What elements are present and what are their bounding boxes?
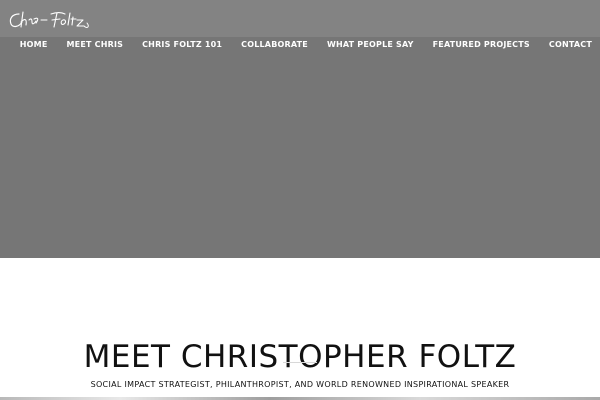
- nav-home-link[interactable]: HOME: [20, 40, 48, 49]
- site-header: [0, 0, 600, 37]
- page-subtitle: SOCIAL IMPACT STRATEGIST, PHILANTHROPIST…: [90, 380, 510, 389]
- site-logo[interactable]: [7, 9, 93, 31]
- nav-chris-foltz-101-link[interactable]: CHRIS FOLTZ 101: [142, 40, 222, 49]
- nav-featured-projects-link[interactable]: FEATURED PROJECTS: [433, 40, 530, 49]
- nav-collaborate-link[interactable]: COLLABORATE: [241, 40, 308, 49]
- page: HOME MEET CHRIS CHRIS FOLTZ 101 COLLABOR…: [0, 0, 600, 400]
- nav-meet-chris-link[interactable]: MEET CHRIS: [67, 40, 124, 49]
- nav-contact-link[interactable]: CONTACT: [549, 40, 592, 49]
- signature-logo: [9, 11, 89, 28]
- nav-what-people-say-link[interactable]: WHAT PEOPLE SAY: [327, 40, 414, 49]
- title-divider: [283, 362, 317, 363]
- page-title: MEET CHRISTOPHER FOLTZ: [83, 338, 517, 375]
- hero-banner: HOME MEET CHRIS CHRIS FOLTZ 101 COLLABOR…: [0, 0, 600, 258]
- main-navigation: HOME MEET CHRIS CHRIS FOLTZ 101 COLLABOR…: [20, 35, 592, 53]
